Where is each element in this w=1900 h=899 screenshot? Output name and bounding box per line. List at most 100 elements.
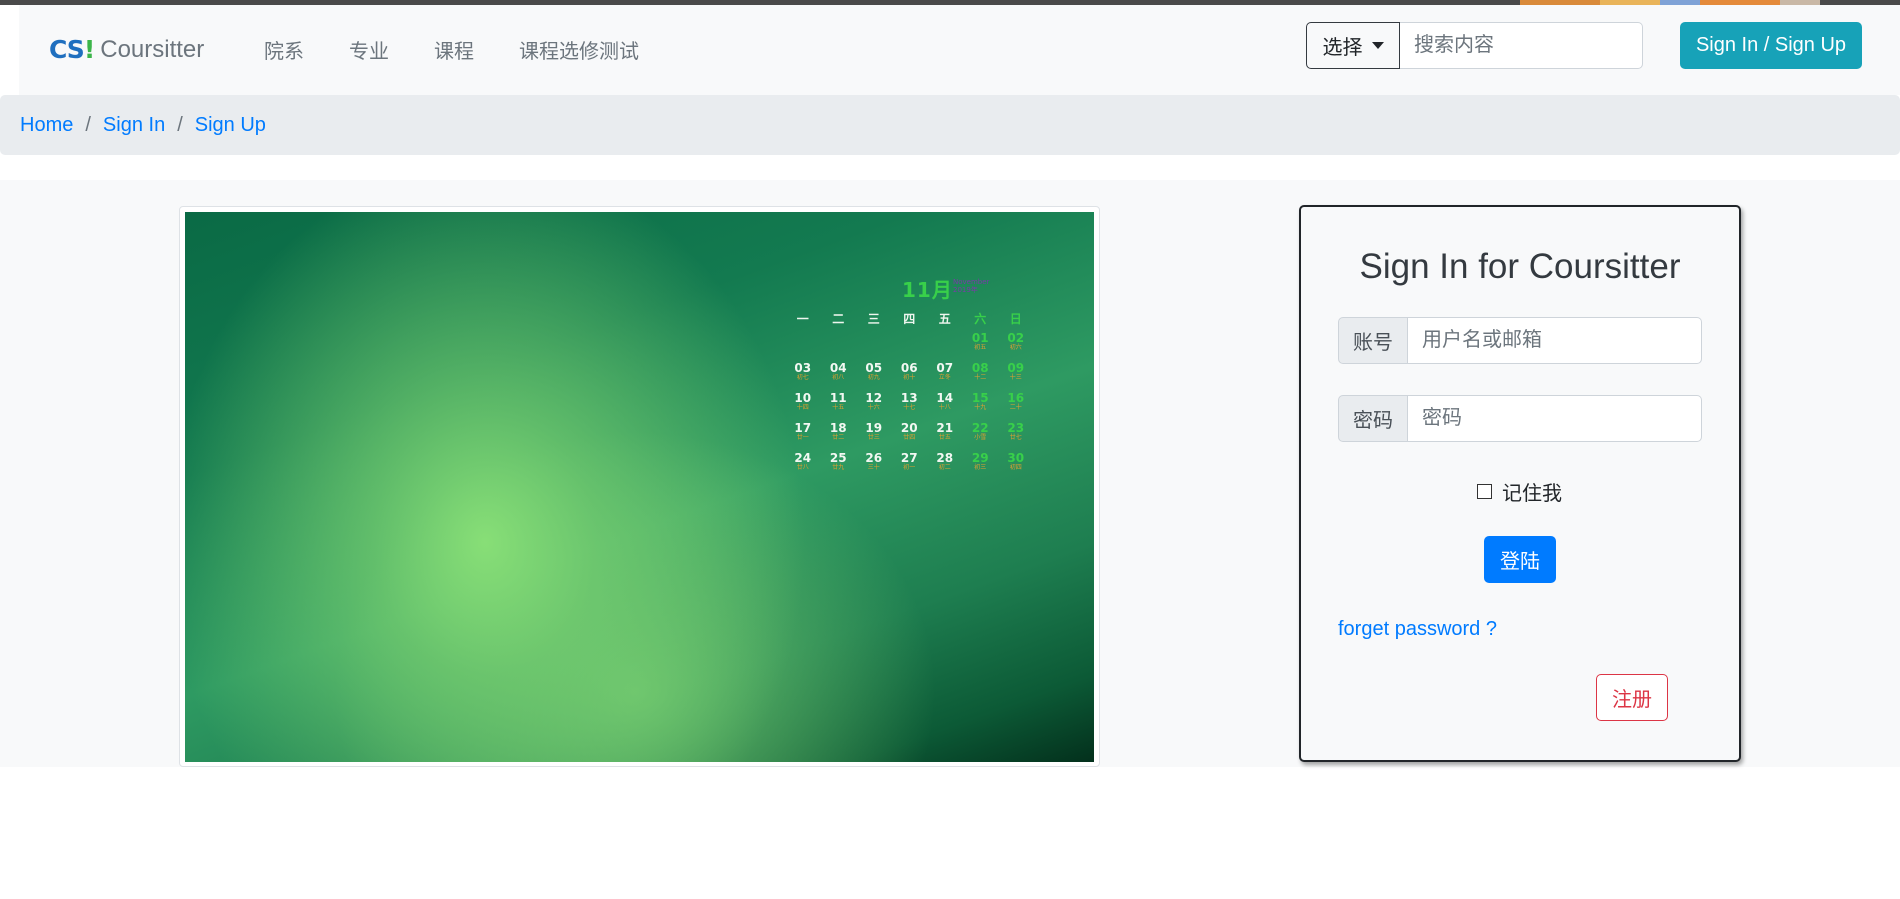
nav-links: 院系 专业 课程 课程选修测试 [264, 37, 684, 67]
calendar-day: 04 初八 [821, 362, 857, 392]
calendar-day: 23 廿七 [998, 422, 1034, 452]
calendar-weekday: 四 [903, 312, 916, 326]
nav-link-departments[interactable]: 院系 [264, 37, 304, 67]
calendar-day [927, 332, 963, 362]
calendar-day: 01 初五 [963, 332, 999, 362]
login-title: Sign In for Coursitter [1359, 247, 1681, 286]
breadcrumb-sign-in[interactable]: Sign In [103, 114, 165, 137]
calendar-lunar-date: 初十 [903, 374, 916, 381]
search-category-label: 选择 [1322, 37, 1363, 59]
calendar-weekday: 二 [832, 312, 845, 326]
wallpaper-image-frame: 11月 November 2019年 一二三四五六日 01 初五 02 初六 03 初七 0… [179, 206, 1100, 767]
calendar-day: 19 廿三 [856, 422, 892, 452]
password-input[interactable] [1408, 395, 1702, 442]
calendar-day-number: 21 [936, 421, 954, 435]
calendar-day: 26 三十 [856, 452, 892, 482]
register-button[interactable]: 注册 [1596, 674, 1668, 721]
account-label: 账号 [1338, 317, 1408, 364]
nav-link-course-selection-test[interactable]: 课程选修测试 [519, 37, 639, 67]
calendar-day: 05 初九 [856, 362, 892, 392]
calendar-day: 11 十五 [821, 392, 857, 422]
calendar-lunar-date: 廿九 [832, 464, 845, 471]
login-card: Sign In for Coursitter 账号 密码 记住我 登陆 forg… [1299, 205, 1741, 762]
remember-me[interactable]: 记住我 [1477, 477, 1562, 506]
calendar-weekday: 三 [867, 312, 880, 326]
calendar-day-number: 01 [971, 331, 989, 345]
calendar-day: 28 初二 [927, 452, 963, 482]
nav-link-courses[interactable]: 课程 [434, 37, 474, 67]
calendar-day-number: 16 [1007, 391, 1025, 405]
signin-signup-button[interactable]: Sign In / Sign Up [1680, 22, 1862, 69]
caret-down-icon [1371, 42, 1384, 49]
account-input-group: 账号 [1338, 317, 1702, 364]
remember-me-checkbox[interactable] [1477, 484, 1492, 499]
calendar-lunar-date: 十二 [974, 374, 987, 381]
calendar-day-number: 28 [936, 451, 954, 465]
calendar-day-number: 12 [865, 391, 883, 405]
calendar-lunar-date: 十九 [974, 404, 987, 411]
login-button[interactable]: 登陆 [1484, 536, 1556, 583]
calendar-lunar-date: 初二 [938, 464, 951, 471]
calendar-day [785, 332, 821, 362]
breadcrumb-separator: / [85, 113, 91, 136]
password-label: 密码 [1338, 395, 1408, 442]
calendar-day: 06 初十 [892, 362, 928, 392]
brand[interactable]: CS! Coursitter [49, 35, 204, 65]
remember-me-label: 记住我 [1502, 483, 1562, 505]
calendar-day-number: 02 [1007, 331, 1025, 345]
calendar-lunar-date: 十四 [796, 404, 809, 411]
calendar-lunar-date: 十三 [1009, 374, 1022, 381]
calendar-day: 30 初四 [998, 452, 1034, 482]
calendar-day-number: 05 [865, 361, 883, 375]
calendar-lunar-date: 小雪 [974, 434, 987, 441]
calendar-day [892, 332, 928, 362]
calendar-day: 13 十七 [892, 392, 928, 422]
calendar-day: 25 廿九 [821, 452, 857, 482]
calendar-lunar-date: 初七 [796, 374, 809, 381]
calendar-lunar-date: 十六 [867, 404, 880, 411]
calendar-day: 20 廿四 [892, 422, 928, 452]
calendar-day-number: 11 [829, 391, 847, 405]
search-input[interactable] [1400, 22, 1643, 69]
calendar-weekday: 五 [938, 312, 951, 326]
calendar-lunar-date: 廿一 [796, 434, 809, 441]
calendar-day: 03 初七 [785, 362, 821, 392]
calendar-lunar-date: 初一 [903, 464, 916, 471]
calendar-day-number: 24 [794, 451, 812, 465]
calendar-lunar-date: 十五 [832, 404, 845, 411]
calendar-day-number: 09 [1007, 361, 1025, 375]
breadcrumb-separator: / [177, 113, 183, 136]
nav-link-majors[interactable]: 专业 [349, 37, 389, 67]
calendar-day: 29 初三 [963, 452, 999, 482]
calendar-day-number: 10 [794, 391, 812, 405]
calendar-day-number: 08 [971, 361, 989, 375]
calendar-day-number: 29 [971, 451, 989, 465]
wallpaper-image: 11月 November 2019年 一二三四五六日 01 初五 02 初六 03 初七 0… [185, 212, 1094, 762]
calendar-day: 24 廿八 [785, 452, 821, 482]
calendar-weekday: 日 [1009, 312, 1022, 326]
calendar-day-number: 17 [794, 421, 812, 435]
calendar-lunar-date: 立冬 [938, 374, 951, 381]
calendar-day: 14 十八 [927, 392, 963, 422]
calendar-day: 09 十三 [998, 362, 1034, 392]
calendar-day-number: 23 [1007, 421, 1025, 435]
calendar-day-number: 27 [900, 451, 918, 465]
calendar-day-number: 25 [829, 451, 847, 465]
calendar-month-sub: November 2019年 [953, 278, 990, 294]
calendar-day: 18 廿二 [821, 422, 857, 452]
forget-password-link[interactable]: forget password ? [1338, 617, 1497, 641]
calendar-day [856, 332, 892, 362]
calendar-day-number: 22 [971, 421, 989, 435]
calendar-day-number: 04 [829, 361, 847, 375]
calendar-lunar-date: 初四 [1009, 464, 1022, 471]
breadcrumb-home[interactable]: Home [20, 114, 73, 137]
breadcrumb-sign-up[interactable]: Sign Up [195, 114, 266, 137]
calendar-lunar-date: 初八 [832, 374, 845, 381]
calendar-lunar-date: 廿四 [903, 434, 916, 441]
search-category-dropdown[interactable]: 选择 [1306, 22, 1400, 69]
calendar-day-number: 14 [936, 391, 954, 405]
calendar-lunar-date: 廿二 [832, 434, 845, 441]
calendar-day-number: 20 [900, 421, 918, 435]
brand-name: Coursitter [100, 36, 205, 63]
account-input[interactable] [1408, 317, 1702, 364]
